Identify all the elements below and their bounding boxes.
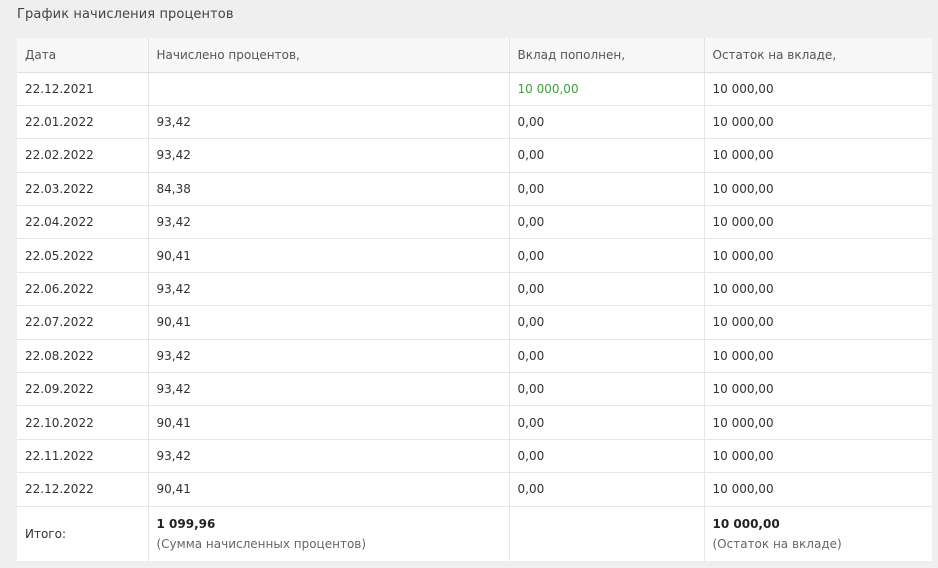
- table-row: 22.10.2022 90,41 0,00 10 000,00: [17, 405, 932, 440]
- total-interest-cell: 1 099,96 (Сумма начисленных процентов): [148, 506, 510, 562]
- cell-deposit: 0,00: [509, 238, 705, 273]
- table-row: 22.11.2022 93,42 0,00 10 000,00: [17, 439, 932, 474]
- cell-date: 22.12.2021: [17, 72, 149, 106]
- column-header-interest: Начислено процентов,: [148, 38, 510, 73]
- column-header-balance: Остаток на вкладе,: [704, 38, 932, 73]
- cell-balance: 10 000,00: [704, 172, 932, 207]
- interest-schedule-page: График начисления процентов Дата Начисле…: [0, 0, 938, 568]
- cell-date: 22.02.2022: [17, 138, 149, 173]
- interest-schedule-table: Дата Начислено процентов, Вклад пополнен…: [17, 38, 932, 562]
- cell-deposit: 0,00: [509, 439, 705, 474]
- cell-interest: 93,42: [148, 138, 510, 173]
- cell-interest: 84,38: [148, 172, 510, 207]
- table-row: 22.02.2022 93,42 0,00 10 000,00: [17, 138, 932, 173]
- table-row: 22.04.2022 93,42 0,00 10 000,00: [17, 205, 932, 240]
- panel-title: График начисления процентов: [17, 7, 234, 22]
- cell-date: 22.04.2022: [17, 205, 149, 240]
- cell-date: 22.07.2022: [17, 305, 149, 340]
- column-header-deposit: Вклад пополнен,: [509, 38, 705, 73]
- cell-date: 22.08.2022: [17, 339, 149, 374]
- table-row: 22.06.2022 93,42 0,00 10 000,00: [17, 272, 932, 307]
- cell-balance: 10 000,00: [704, 238, 932, 273]
- cell-interest: 93,42: [148, 439, 510, 474]
- cell-deposit: 0,00: [509, 472, 705, 507]
- cell-date: 22.12.2022: [17, 472, 149, 507]
- table-row: 22.12.2021 10 000,00 10 000,00: [17, 72, 932, 106]
- cell-interest: 93,42: [148, 205, 510, 240]
- cell-balance: 10 000,00: [704, 472, 932, 507]
- cell-interest: 90,41: [148, 305, 510, 340]
- cell-deposit: 0,00: [509, 339, 705, 374]
- cell-date: 22.01.2022: [17, 105, 149, 140]
- total-balance-value: 10 000,00: [712, 516, 780, 531]
- cell-deposit: 0,00: [509, 372, 705, 407]
- table-row: 22.08.2022 93,42 0,00 10 000,00: [17, 339, 932, 374]
- cell-date: 22.10.2022: [17, 405, 149, 440]
- cell-interest: 93,42: [148, 105, 510, 140]
- total-balance-caption: (Остаток на вкладе): [712, 536, 842, 551]
- cell-deposit: 10 000,00: [509, 72, 705, 106]
- table-row: 22.01.2022 93,42 0,00 10 000,00: [17, 105, 932, 140]
- cell-date: 22.03.2022: [17, 172, 149, 207]
- cell-balance: 10 000,00: [704, 205, 932, 240]
- cell-balance: 10 000,00: [704, 339, 932, 374]
- table-header-row: Дата Начислено процентов, Вклад пополнен…: [17, 38, 932, 73]
- cell-balance: 10 000,00: [704, 305, 932, 340]
- cell-deposit: 0,00: [509, 305, 705, 340]
- cell-balance: 10 000,00: [704, 439, 932, 474]
- column-header-date: Дата: [17, 38, 149, 73]
- cell-balance: 10 000,00: [704, 72, 932, 106]
- cell-interest: [148, 72, 510, 106]
- total-balance-cell: 10 000,00 (Остаток на вкладе): [704, 506, 932, 561]
- total-interest-value: 1 099,96: [156, 516, 216, 531]
- cell-date: 22.09.2022: [17, 372, 149, 407]
- total-deposit-cell: [509, 506, 705, 562]
- table-row: 22.09.2022 93,42 0,00 10 000,00: [17, 372, 932, 407]
- cell-deposit: 0,00: [509, 205, 705, 240]
- cell-deposit: 0,00: [509, 405, 705, 440]
- table-row: 22.12.2022 90,41 0,00 10 000,00: [17, 472, 932, 507]
- table-row: 22.07.2022 90,41 0,00 10 000,00: [17, 305, 932, 340]
- cell-balance: 10 000,00: [704, 138, 932, 173]
- cell-balance: 10 000,00: [704, 105, 932, 140]
- cell-date: 22.11.2022: [17, 439, 149, 474]
- interest-schedule-table-container: Дата Начислено процентов, Вклад пополнен…: [17, 38, 932, 562]
- total-label: Итого:: [17, 506, 149, 562]
- cell-date: 22.06.2022: [17, 272, 149, 307]
- cell-interest: 90,41: [148, 405, 510, 440]
- table-total-row: Итого: 1 099,96 (Сумма начисленных проце…: [17, 506, 932, 562]
- cell-balance: 10 000,00: [704, 272, 932, 307]
- cell-deposit: 0,00: [509, 138, 705, 173]
- cell-interest: 93,42: [148, 372, 510, 407]
- cell-deposit: 0,00: [509, 105, 705, 140]
- table-row: 22.03.2022 84,38 0,00 10 000,00: [17, 172, 932, 207]
- cell-balance: 10 000,00: [704, 405, 932, 440]
- total-interest-caption: (Сумма начисленных процентов): [156, 536, 367, 551]
- table-row: 22.05.2022 90,41 0,00 10 000,00: [17, 238, 932, 273]
- cell-date: 22.05.2022: [17, 238, 149, 273]
- cell-balance: 10 000,00: [704, 372, 932, 407]
- cell-deposit: 0,00: [509, 272, 705, 307]
- cell-interest: 93,42: [148, 339, 510, 374]
- cell-deposit: 0,00: [509, 172, 705, 207]
- cell-interest: 93,42: [148, 272, 510, 307]
- cell-interest: 90,41: [148, 238, 510, 273]
- cell-interest: 90,41: [148, 472, 510, 507]
